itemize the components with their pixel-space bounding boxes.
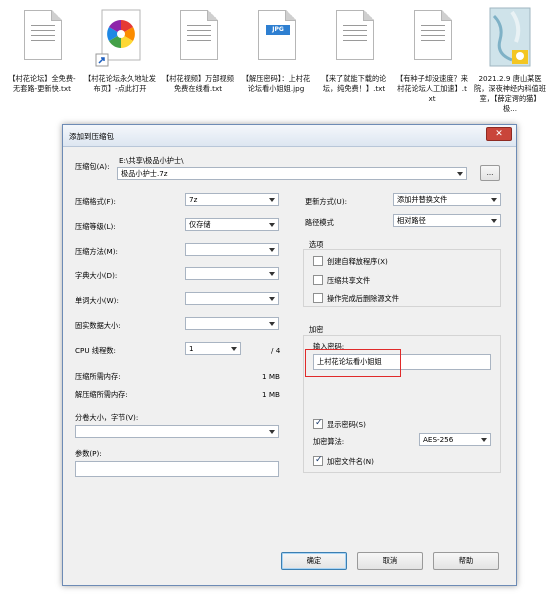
ok-button[interactable]: 确定	[281, 552, 347, 570]
jpg-file-icon: JPG	[248, 6, 304, 72]
level-select[interactable]: 仅存储	[185, 218, 279, 231]
chevron-down-icon[interactable]	[457, 172, 463, 176]
file-name: 【村花论坛永久地址发布页】-点此打开	[84, 74, 156, 93]
file-item[interactable]: 【村花论坛永久地址发布页】-点此打开	[84, 4, 156, 120]
path-mode-label: 路径模式	[305, 218, 334, 227]
format-value: 7z	[189, 195, 198, 204]
chevron-down-icon[interactable]	[491, 219, 497, 223]
update-mode-label: 更新方式(U):	[305, 197, 348, 206]
level-value: 仅存储	[189, 220, 211, 229]
close-button[interactable]: ✕	[486, 127, 512, 141]
decompress-memory-label: 解压缩所需内存:	[75, 390, 128, 399]
archive-name-combobox[interactable]: 极品小护士.7z	[117, 167, 467, 180]
file-name: 【村花视频】万部视频免费在线看.txt	[162, 74, 234, 93]
text-file-icon	[170, 6, 226, 72]
chevron-down-icon[interactable]	[269, 322, 275, 326]
pinwheel-shortcut-icon	[92, 6, 148, 72]
update-mode-select[interactable]: 添加并替换文件	[393, 193, 501, 206]
file-name: 【村花论坛】全免费-无套路-更新快.txt	[8, 74, 76, 93]
encrypt-filenames-checkbox[interactable]	[313, 455, 323, 466]
cpu-threads-total: / 4	[271, 346, 281, 355]
help-button[interactable]: 帮助	[433, 552, 499, 570]
word-size-select[interactable]	[185, 292, 279, 305]
video-thumbnail-icon	[482, 6, 538, 72]
dictionary-select[interactable]	[185, 267, 279, 280]
chevron-down-icon[interactable]	[231, 347, 237, 351]
chevron-down-icon[interactable]	[269, 223, 275, 227]
update-mode-value: 添加并替换文件	[397, 195, 448, 204]
format-select[interactable]: 7z	[185, 193, 279, 206]
decompress-memory-value: 1 MB	[262, 390, 280, 399]
split-volume-label: 分卷大小，字节(V):	[75, 413, 139, 422]
path-mode-value: 相对路径	[397, 216, 426, 225]
compress-memory-value: 1 MB	[262, 372, 280, 381]
parameters-label: 参数(P):	[75, 449, 102, 458]
compress-shared-label: 压缩共享文件	[327, 276, 371, 285]
chevron-down-icon[interactable]	[491, 198, 497, 202]
file-name: 【来了就能下载的论坛，纯免费！】.txt	[321, 74, 387, 93]
encryption-method-value: AES-256	[423, 435, 454, 444]
compress-memory-label: 压缩所需内存:	[75, 372, 121, 381]
delete-after-checkbox[interactable]	[313, 293, 323, 303]
archive-label: 压缩包(A):	[75, 162, 110, 171]
add-to-archive-dialog: 添加到压缩包 ✕ 压缩包(A): E:\共享\极品小护士\ 极品小护士.7z .…	[62, 124, 517, 586]
chevron-down-icon[interactable]	[269, 272, 275, 276]
encryption-method-select[interactable]: AES-256	[419, 433, 491, 446]
cpu-threads-select[interactable]: 1	[185, 342, 241, 355]
file-name: 2021.2.9 唐山某医院，深夜神经内科值班室，【薛定谔的猫】极...	[474, 74, 546, 113]
chevron-down-icon[interactable]	[269, 198, 275, 202]
method-label: 压缩方法(M):	[75, 247, 118, 256]
file-item[interactable]: 【来了就能下载的论坛，纯免费！】.txt	[318, 4, 390, 120]
encryption-group-title: 加密	[309, 325, 324, 334]
close-icon: ✕	[495, 129, 503, 139]
path-mode-select[interactable]: 相对路径	[393, 214, 501, 227]
browse-button[interactable]: ...	[480, 165, 500, 181]
jpg-badge: JPG	[266, 25, 290, 35]
file-name: 【有种子却没速度？来村花论坛人工加速】.txt	[396, 74, 468, 103]
dialog-title: 添加到压缩包	[69, 132, 114, 141]
compress-shared-checkbox[interactable]	[313, 275, 323, 285]
file-name: 【解压密码】：上村花论坛看小姐姐.jpg	[241, 74, 311, 93]
solid-size-label: 固实数据大小:	[75, 321, 121, 330]
word-size-label: 单词大小(W):	[75, 296, 119, 305]
file-item[interactable]: JPG 【解压密码】：上村花论坛看小姐姐.jpg	[240, 4, 312, 120]
file-item[interactable]: 【村花视频】万部视频免费在线看.txt	[162, 4, 234, 120]
file-item[interactable]: 2021.2.9 唐山某医院，深夜神经内科值班室，【薛定谔的猫】极...	[474, 4, 546, 120]
archive-name-value: 极品小护士.7z	[121, 169, 168, 178]
text-file-icon	[14, 6, 70, 72]
create-sfx-label: 创建自释放程序(X)	[327, 257, 388, 266]
text-file-icon	[326, 6, 382, 72]
chevron-down-icon[interactable]	[269, 430, 275, 434]
show-password-label: 显示密码(S)	[327, 420, 366, 429]
format-label: 压缩格式(F):	[75, 197, 116, 206]
method-select[interactable]	[185, 243, 279, 256]
cancel-button[interactable]: 取消	[357, 552, 423, 570]
chevron-down-icon[interactable]	[481, 438, 487, 442]
dictionary-label: 字典大小(D):	[75, 271, 118, 280]
desktop-file-area: 【村花论坛】全免费-无套路-更新快.txt 【村花论坛永久地址发布页】-点此打开	[0, 0, 553, 122]
cpu-threads-label: CPU 线程数:	[75, 346, 116, 355]
solid-size-select[interactable]	[185, 317, 279, 330]
encrypt-filenames-label: 加密文件名(N)	[327, 457, 374, 466]
chevron-down-icon[interactable]	[269, 297, 275, 301]
file-item[interactable]: 【有种子却没速度？来村花论坛人工加速】.txt	[396, 4, 468, 120]
show-password-checkbox[interactable]	[313, 418, 323, 429]
create-sfx-checkbox[interactable]	[313, 256, 323, 266]
cpu-threads-value: 1	[189, 344, 194, 353]
dialog-titlebar[interactable]: 添加到压缩包 ✕	[63, 125, 516, 147]
split-volume-combobox[interactable]	[75, 425, 279, 438]
delete-after-label: 操作完成后删除源文件	[327, 294, 399, 303]
level-label: 压缩等级(L):	[75, 222, 116, 231]
chevron-down-icon[interactable]	[269, 248, 275, 252]
encryption-method-label: 加密算法:	[313, 437, 345, 446]
file-item[interactable]: 【村花论坛】全免费-无套路-更新快.txt	[6, 4, 78, 120]
parameters-input[interactable]	[75, 461, 279, 477]
text-file-icon	[404, 6, 460, 72]
archive-path: E:\共享\极品小护士\	[119, 156, 184, 165]
highlight-box	[305, 349, 401, 377]
